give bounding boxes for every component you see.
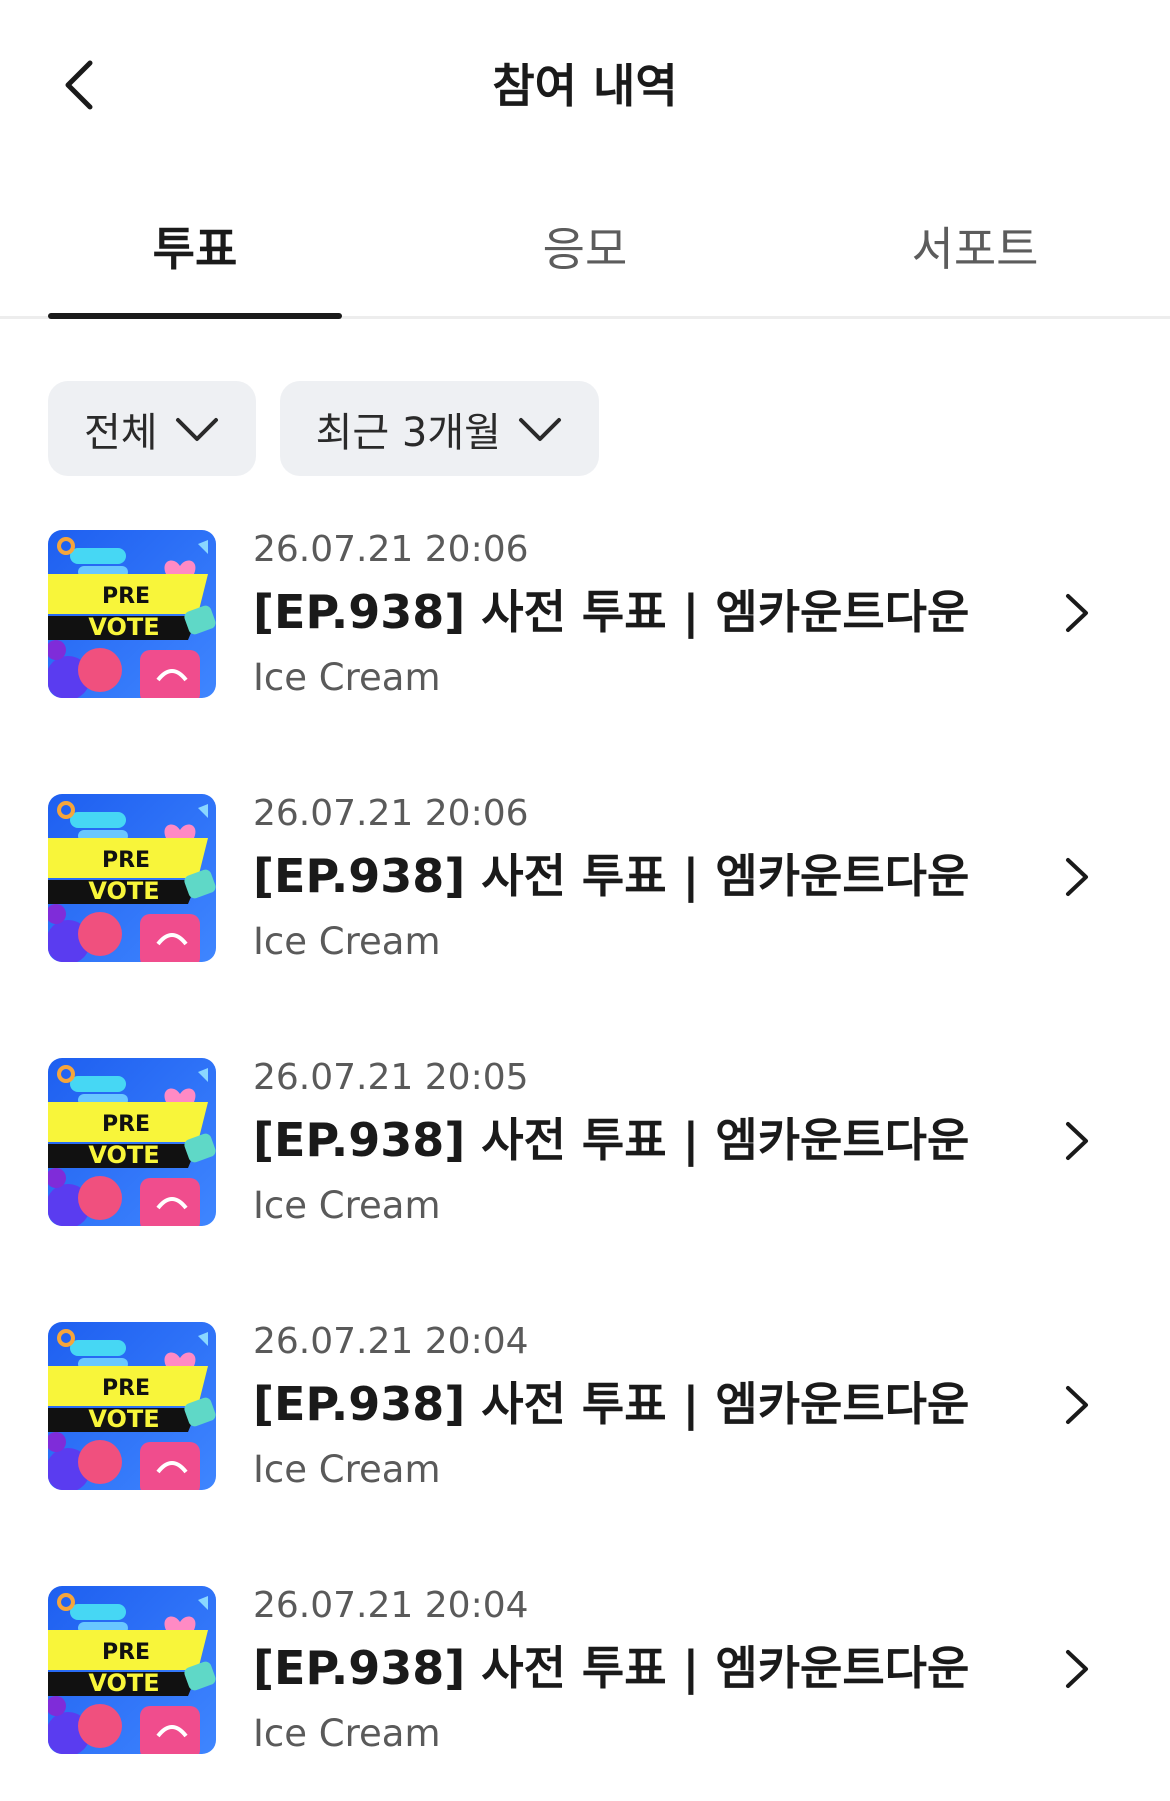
item-title: [EP.938] 사전 투표 | 엠카운트다운 [253,1641,970,1695]
list-item[interactable]: PRE VOTE 26.07.21 20:04 [EP.938] 사전 투표 |… [0,1322,1170,1586]
tab-support[interactable]: 서포트 [780,195,1170,316]
thumb-text-pre: PRE [102,584,150,609]
pre-vote-thumbnail: PRE VOTE [48,1586,216,1754]
item-title: [EP.938] 사전 투표 | 엠카운트다운 [253,585,970,639]
chevron-left-icon [65,60,93,110]
chevron-right-icon [1062,590,1092,636]
participation-list: PRE VOTE 26.07.21 20:06 [EP.938] 사전 투표 |… [0,530,1170,1801]
item-date: 26.07.21 20:04 [253,1321,529,1362]
item-subtitle: Ice Cream [253,920,441,963]
item-date: 26.07.21 20:05 [253,1057,529,1098]
thumb-text-vote: VOTE [88,613,159,641]
page-title: 참여 내역 [492,59,678,113]
list-item[interactable]: PRE VOTE 26.07.21 20:04 [EP.938] 사전 투표 |… [0,1586,1170,1801]
chevron-right-icon [1062,1646,1092,1692]
category-filter-dropdown[interactable]: 전체 [48,381,256,476]
item-subtitle: Ice Cream [253,1448,441,1491]
pre-vote-thumbnail: PRE VOTE [48,794,216,962]
back-button[interactable] [40,40,120,130]
chevron-right-icon [1062,1382,1092,1428]
item-date: 26.07.21 20:06 [253,529,529,570]
thumb-text-pre: PRE [102,1640,150,1665]
tab-apply[interactable]: 응모 [390,195,780,316]
tab-bar: 투표 응모 서포트 [0,195,1170,319]
chevron-right-icon [1062,854,1092,900]
thumb-text-pre: PRE [102,848,150,873]
tab-label: 응모 [542,222,628,276]
item-subtitle: Ice Cream [253,1184,441,1227]
pre-vote-thumbnail: PRE VOTE [48,1058,216,1226]
filter-bar: 전체 최근 3개월 [48,381,599,476]
thumb-text-pre: PRE [102,1112,150,1137]
list-item[interactable]: PRE VOTE 26.07.21 20:06 [EP.938] 사전 투표 |… [0,530,1170,794]
list-item[interactable]: PRE VOTE 26.07.21 20:05 [EP.938] 사전 투표 |… [0,1058,1170,1322]
thumb-text-pre: PRE [102,1376,150,1401]
tab-label: 서포트 [911,222,1039,276]
item-subtitle: Ice Cream [253,1712,441,1755]
header: 참여 내역 [0,0,1170,170]
filter-label: 최근 3개월 [315,409,501,456]
period-filter-dropdown[interactable]: 최근 3개월 [279,381,599,476]
tab-label: 투표 [152,222,238,276]
chevron-right-icon [1062,1118,1092,1164]
item-title: [EP.938] 사전 투표 | 엠카운트다운 [253,1377,970,1431]
thumb-text-vote: VOTE [88,877,159,905]
active-tab-indicator [48,313,342,319]
filter-label: 전체 [84,409,158,456]
thumb-text-vote: VOTE [88,1405,159,1433]
chevron-down-icon [175,417,218,441]
item-title: [EP.938] 사전 투표 | 엠카운트다운 [253,849,970,903]
thumb-text-vote: VOTE [88,1141,159,1169]
tab-vote[interactable]: 투표 [0,195,390,319]
pre-vote-thumbnail: PRE VOTE [48,1322,216,1490]
item-date: 26.07.21 20:04 [253,1585,529,1626]
chevron-down-icon [518,417,561,441]
list-item[interactable]: PRE VOTE 26.07.21 20:06 [EP.938] 사전 투표 |… [0,794,1170,1058]
item-date: 26.07.21 20:06 [253,793,529,834]
item-subtitle: Ice Cream [253,656,441,699]
thumb-text-vote: VOTE [88,1669,159,1697]
app-screen: 참여 내역 투표 응모 서포트 전체 최근 3개월 PRE VOTE 26.07… [0,0,1170,1801]
pre-vote-thumbnail: PRE VOTE [48,530,216,698]
item-title: [EP.938] 사전 투표 | 엠카운트다운 [253,1113,970,1167]
